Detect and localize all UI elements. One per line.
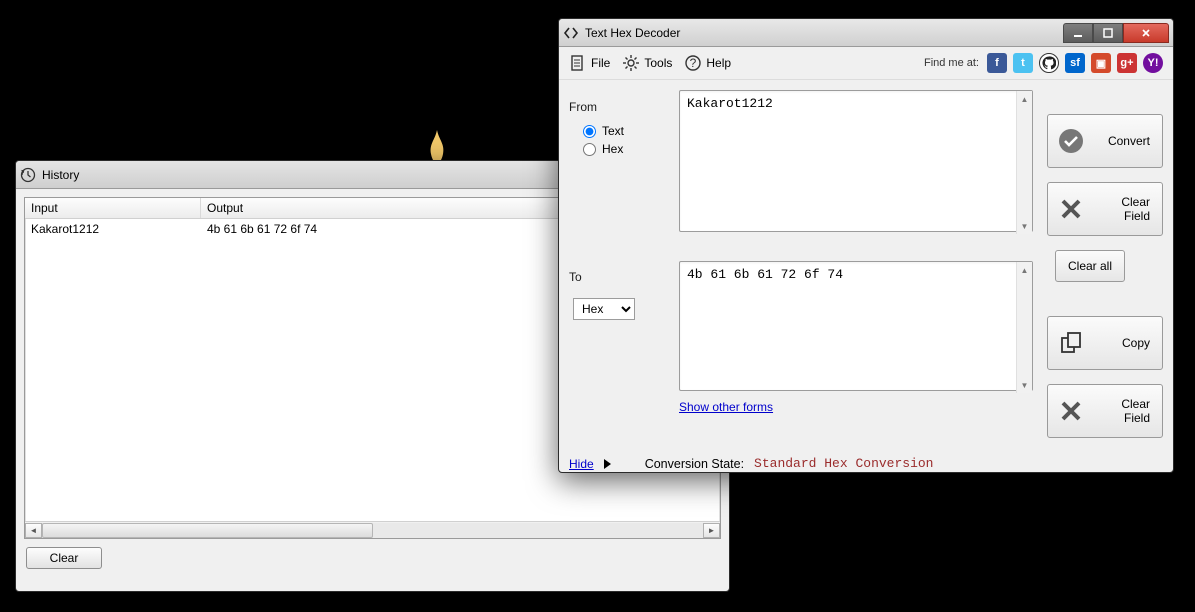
minimize-button[interactable] xyxy=(1063,23,1093,43)
twitter-icon[interactable]: t xyxy=(1013,53,1033,73)
file-icon xyxy=(569,54,587,72)
scroll-up-arrow[interactable]: ▲ xyxy=(1017,262,1032,278)
show-other-forms-link[interactable]: Show other forms xyxy=(679,400,773,414)
from-hex-radio[interactable]: Hex xyxy=(583,142,665,156)
find-me-label: Find me at: xyxy=(924,57,979,69)
find-me-section: Find me at: f t sf ▣ g+ Y! xyxy=(924,53,1163,73)
input-scrollbar[interactable]: ▲ ▼ xyxy=(1016,91,1032,234)
svg-text:?: ? xyxy=(690,56,697,70)
github-icon[interactable] xyxy=(1039,53,1059,73)
history-col-input[interactable]: Input xyxy=(25,198,201,218)
scroll-left-arrow[interactable]: ◄ xyxy=(25,523,42,538)
output-textarea-wrap: 4b 61 6b 61 72 6f 74 ▲ ▼ xyxy=(679,261,1033,394)
from-text-radio-label: Text xyxy=(602,124,624,138)
maximize-button[interactable] xyxy=(1093,23,1123,43)
clear-all-button-label: Clear all xyxy=(1068,259,1112,273)
x-icon xyxy=(1058,196,1084,222)
clear-field2-button[interactable]: Clear Field xyxy=(1047,384,1163,438)
from-label: From xyxy=(569,100,665,114)
close-button[interactable] xyxy=(1123,23,1169,43)
from-text-radio-input[interactable] xyxy=(583,125,596,138)
clear-field2-button-label: Clear Field xyxy=(1094,397,1152,425)
to-format-select[interactable]: Hex xyxy=(573,298,635,320)
middle-column: Kakarot1212 ▲ ▼ 4b 61 6b 61 72 6f 74 ▲ ▼… xyxy=(679,90,1033,440)
status-bar: Hide Conversion State: Standard Hex Conv… xyxy=(559,450,1173,473)
to-label: To xyxy=(569,270,665,284)
convert-button[interactable]: Convert xyxy=(1047,114,1163,168)
from-text-radio[interactable]: Text xyxy=(583,124,665,138)
menu-help[interactable]: ? Help xyxy=(684,54,731,72)
x-icon xyxy=(1058,398,1084,424)
googleplus-icon[interactable]: g+ xyxy=(1117,53,1137,73)
clear-field-button[interactable]: Clear Field xyxy=(1047,182,1163,236)
window-controls xyxy=(1063,23,1169,43)
triangle-right-icon[interactable] xyxy=(604,459,611,469)
output-scrollbar[interactable]: ▲ ▼ xyxy=(1016,262,1032,393)
history-icon xyxy=(20,167,36,183)
facebook-icon[interactable]: f xyxy=(987,53,1007,73)
copy-button-label: Copy xyxy=(1094,336,1152,350)
decoder-titlebar[interactable]: Text Hex Decoder xyxy=(559,19,1173,47)
sourceforge-icon[interactable]: sf xyxy=(1065,53,1085,73)
softpedia-icon[interactable]: ▣ xyxy=(1091,53,1111,73)
app-icon xyxy=(563,25,579,41)
decoder-title: Text Hex Decoder xyxy=(585,26,680,40)
scroll-track[interactable] xyxy=(42,523,703,538)
menu-file[interactable]: File xyxy=(569,54,610,72)
convert-button-label: Convert xyxy=(1094,134,1152,148)
input-textarea-wrap: Kakarot1212 ▲ ▼ xyxy=(679,90,1033,235)
menu-tools-label: Tools xyxy=(644,56,672,70)
help-icon: ? xyxy=(684,54,702,72)
gear-icon xyxy=(622,54,640,72)
menu-file-label: File xyxy=(591,56,610,70)
from-hex-radio-label: Hex xyxy=(602,142,623,156)
decoder-content: From Text Hex To Hex Kakarot1212 ▲ ▼ xyxy=(559,80,1173,450)
history-horizontal-scrollbar[interactable]: ◄ ► xyxy=(25,521,720,538)
conversion-state-value: Standard Hex Conversion xyxy=(754,456,933,471)
scroll-down-arrow[interactable]: ▼ xyxy=(1017,218,1032,234)
input-textarea[interactable]: Kakarot1212 xyxy=(679,90,1033,232)
scroll-thumb[interactable] xyxy=(42,523,373,538)
from-hex-radio-input[interactable] xyxy=(583,143,596,156)
check-icon xyxy=(1058,128,1084,154)
right-column: Convert Clear Field Clear all Copy Clear… xyxy=(1047,90,1163,440)
history-cell-input: Kakarot1212 xyxy=(25,219,201,239)
left-column: From Text Hex To Hex xyxy=(569,90,665,440)
decoder-window: Text Hex Decoder File Tools ? Help Find … xyxy=(558,18,1174,473)
scroll-up-arrow[interactable]: ▲ xyxy=(1017,91,1032,107)
conversion-state-label: Conversion State: xyxy=(645,457,744,471)
history-clear-button[interactable]: Clear xyxy=(26,547,102,569)
menu-bar: File Tools ? Help Find me at: f t sf ▣ g… xyxy=(559,47,1173,80)
scroll-down-arrow[interactable]: ▼ xyxy=(1017,377,1032,393)
history-title: History xyxy=(42,168,79,182)
clear-all-button[interactable]: Clear all xyxy=(1055,250,1125,282)
menu-tools[interactable]: Tools xyxy=(622,54,672,72)
yahoo-icon[interactable]: Y! xyxy=(1143,53,1163,73)
clear-field-button-label: Clear Field xyxy=(1094,195,1152,223)
hide-link[interactable]: Hide xyxy=(569,457,594,471)
menu-help-label: Help xyxy=(706,56,731,70)
copy-icon xyxy=(1058,330,1084,356)
copy-button[interactable]: Copy xyxy=(1047,316,1163,370)
scroll-right-arrow[interactable]: ► xyxy=(703,523,720,538)
output-textarea[interactable]: 4b 61 6b 61 72 6f 74 xyxy=(679,261,1033,391)
history-footer: Clear xyxy=(24,539,721,571)
